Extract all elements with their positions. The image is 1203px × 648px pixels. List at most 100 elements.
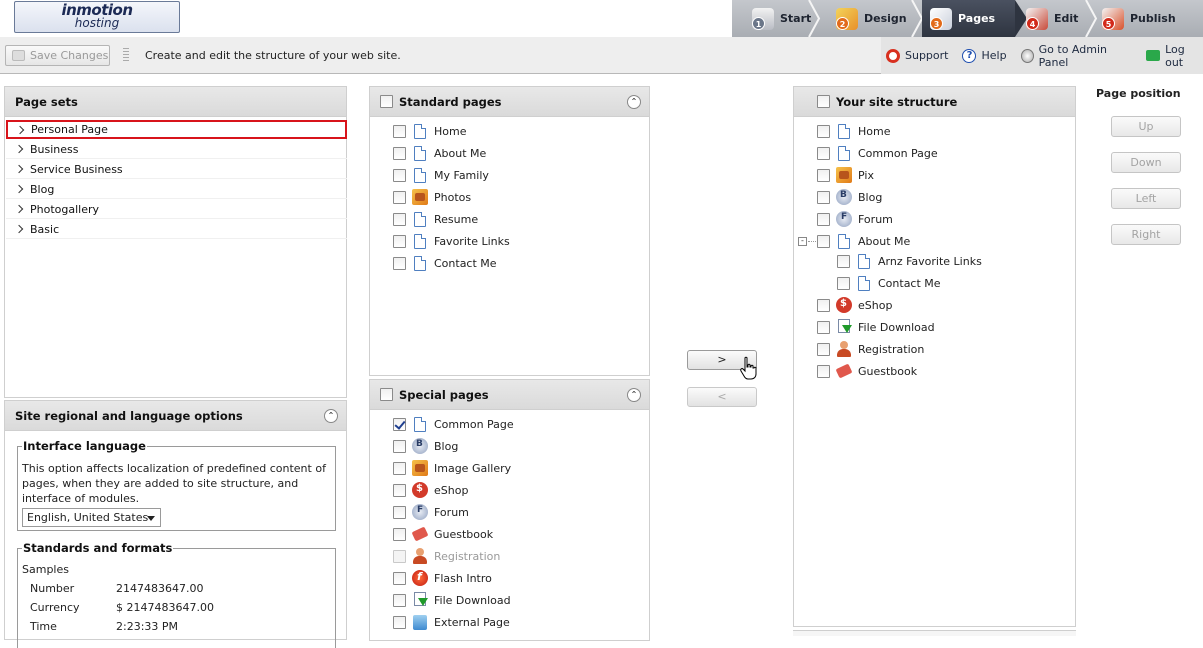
support-link[interactable]: Support: [886, 48, 948, 63]
page-checkbox[interactable]: [393, 417, 406, 431]
toolbar: Save Changes Create and edit the structu…: [0, 37, 1203, 74]
special-page-item[interactable]: Blog: [393, 436, 458, 456]
standard-page-item[interactable]: Home: [393, 121, 466, 141]
structure-item[interactable]: Registration: [817, 339, 924, 359]
page-set-personal-page[interactable]: Personal Page: [6, 120, 347, 139]
move-down-button[interactable]: Down: [1111, 152, 1181, 173]
structure-item[interactable]: About Me: [817, 231, 910, 251]
structure-item-label: Contact Me: [878, 276, 941, 290]
page-icon: [414, 233, 426, 249]
page-set-blog[interactable]: Blog: [6, 180, 347, 199]
structure-item-label: Common Page: [858, 146, 938, 160]
logout-link[interactable]: Log out: [1146, 43, 1203, 69]
special-page-item[interactable]: Image Gallery: [393, 458, 511, 478]
toolbar-description: Create and edit the structure of your we…: [145, 49, 401, 62]
page-checkbox[interactable]: [393, 483, 406, 497]
page-checkbox[interactable]: [393, 256, 406, 270]
step-start[interactable]: 1 Start: [752, 0, 811, 37]
special-page-item[interactable]: Guestbook: [393, 524, 493, 544]
page-checkbox[interactable]: [817, 320, 830, 334]
special-page-item[interactable]: File Download: [393, 590, 511, 610]
page-set-photogallery[interactable]: Photogallery: [6, 200, 347, 219]
page-checkbox[interactable]: [393, 439, 406, 453]
logout-label: Log out: [1165, 42, 1185, 69]
page-checkbox[interactable]: [393, 615, 406, 629]
step-edit[interactable]: 4 Edit: [1026, 0, 1078, 37]
help-link[interactable]: ? Help: [962, 48, 1007, 63]
page-checkbox[interactable]: [817, 342, 830, 356]
page-checkbox[interactable]: [393, 146, 406, 160]
collapse-up-icon[interactable]: ⌃: [324, 409, 338, 423]
structure-item[interactable]: File Download: [817, 317, 935, 337]
regional-options-header: Site regional and language options ⌃: [5, 401, 346, 431]
page-checkbox[interactable]: [393, 190, 406, 204]
page-checkbox[interactable]: [393, 461, 406, 475]
step-pages[interactable]: 3 Pages: [922, 0, 1015, 37]
page-checkbox[interactable]: [817, 124, 830, 138]
page-checkbox[interactable]: [817, 168, 830, 182]
standard-page-item[interactable]: Resume: [393, 209, 478, 229]
page-set-business[interactable]: Business: [6, 140, 347, 159]
standard-page-item[interactable]: My Family: [393, 165, 489, 185]
inmotion-logo[interactable]: inmotion hosting: [14, 1, 180, 33]
structure-item[interactable]: Contact Me: [837, 273, 941, 293]
page-checkbox[interactable]: [817, 364, 830, 378]
structure-item[interactable]: Pix: [817, 165, 874, 185]
shop-icon: [412, 482, 428, 498]
select-all-structure-checkbox[interactable]: [817, 95, 830, 108]
structure-item[interactable]: Guestbook: [817, 361, 917, 381]
page-checkbox[interactable]: [393, 527, 406, 541]
step-publish[interactable]: 5 Publish: [1102, 0, 1176, 37]
collapse-up-icon[interactable]: ⌃: [627, 95, 641, 109]
structure-item[interactable]: Forum: [817, 209, 893, 229]
special-page-item[interactable]: External Page: [393, 612, 510, 632]
samples-label: Samples: [22, 563, 69, 576]
standard-page-item[interactable]: About Me: [393, 143, 486, 163]
remove-from-structure-button[interactable]: <: [687, 387, 757, 407]
page-checkbox[interactable]: [817, 146, 830, 160]
page-checkbox[interactable]: [837, 254, 850, 268]
page-checkbox[interactable]: [817, 298, 830, 312]
move-left-button[interactable]: Left: [1111, 188, 1181, 209]
select-all-standard-checkbox[interactable]: [380, 95, 393, 108]
standard-pages-header: Standard pages ⌃: [370, 87, 649, 117]
special-page-item[interactable]: Flash Intro: [393, 568, 492, 588]
page-checkbox[interactable]: [393, 571, 406, 585]
structure-item[interactable]: Arnz Favorite Links: [837, 251, 982, 271]
structure-item[interactable]: eShop: [817, 295, 892, 315]
page-checkbox[interactable]: [393, 168, 406, 182]
regional-options-panel: Site regional and language options ⌃ Int…: [4, 400, 347, 648]
standard-page-item[interactable]: Contact Me: [393, 253, 497, 273]
page-set-service-business[interactable]: Service Business: [6, 160, 347, 179]
special-page-item[interactable]: eShop: [393, 480, 468, 500]
standard-page-item[interactable]: Photos: [393, 187, 471, 207]
select-all-special-checkbox[interactable]: [380, 388, 393, 401]
page-checkbox[interactable]: [393, 593, 406, 607]
page-checkbox[interactable]: [393, 505, 406, 519]
standard-page-item[interactable]: Favorite Links: [393, 231, 510, 251]
page-checkbox[interactable]: [817, 212, 830, 226]
page-checkbox[interactable]: [393, 212, 406, 226]
structure-item[interactable]: Blog: [817, 187, 882, 207]
page-checkbox[interactable]: [817, 190, 830, 204]
step-design[interactable]: 2 Design: [836, 0, 907, 37]
help-icon: ?: [962, 48, 977, 63]
structure-item-label: Blog: [858, 190, 883, 204]
interface-language-select[interactable]: English, United States: [22, 508, 161, 527]
structure-item[interactable]: Home: [817, 121, 890, 141]
admin-panel-link[interactable]: Go to Admin Panel: [1020, 43, 1133, 69]
collapse-tree-icon[interactable]: -: [798, 237, 807, 246]
page-checkbox[interactable]: [393, 124, 406, 138]
page-checkbox[interactable]: [393, 234, 406, 248]
move-up-button[interactable]: Up: [1111, 116, 1181, 137]
page-checkbox[interactable]: [837, 276, 850, 290]
save-changes-button[interactable]: Save Changes: [5, 45, 110, 66]
page-checkbox[interactable]: [817, 234, 830, 248]
page-set-basic[interactable]: Basic: [6, 220, 347, 239]
special-page-item[interactable]: Common Page: [393, 414, 514, 434]
move-right-button[interactable]: Right: [1111, 224, 1181, 245]
structure-item[interactable]: Common Page: [817, 143, 938, 163]
special-page-item[interactable]: Forum: [393, 502, 469, 522]
collapse-up-icon[interactable]: ⌃: [627, 388, 641, 402]
toolbar-grip-icon: [123, 48, 129, 62]
